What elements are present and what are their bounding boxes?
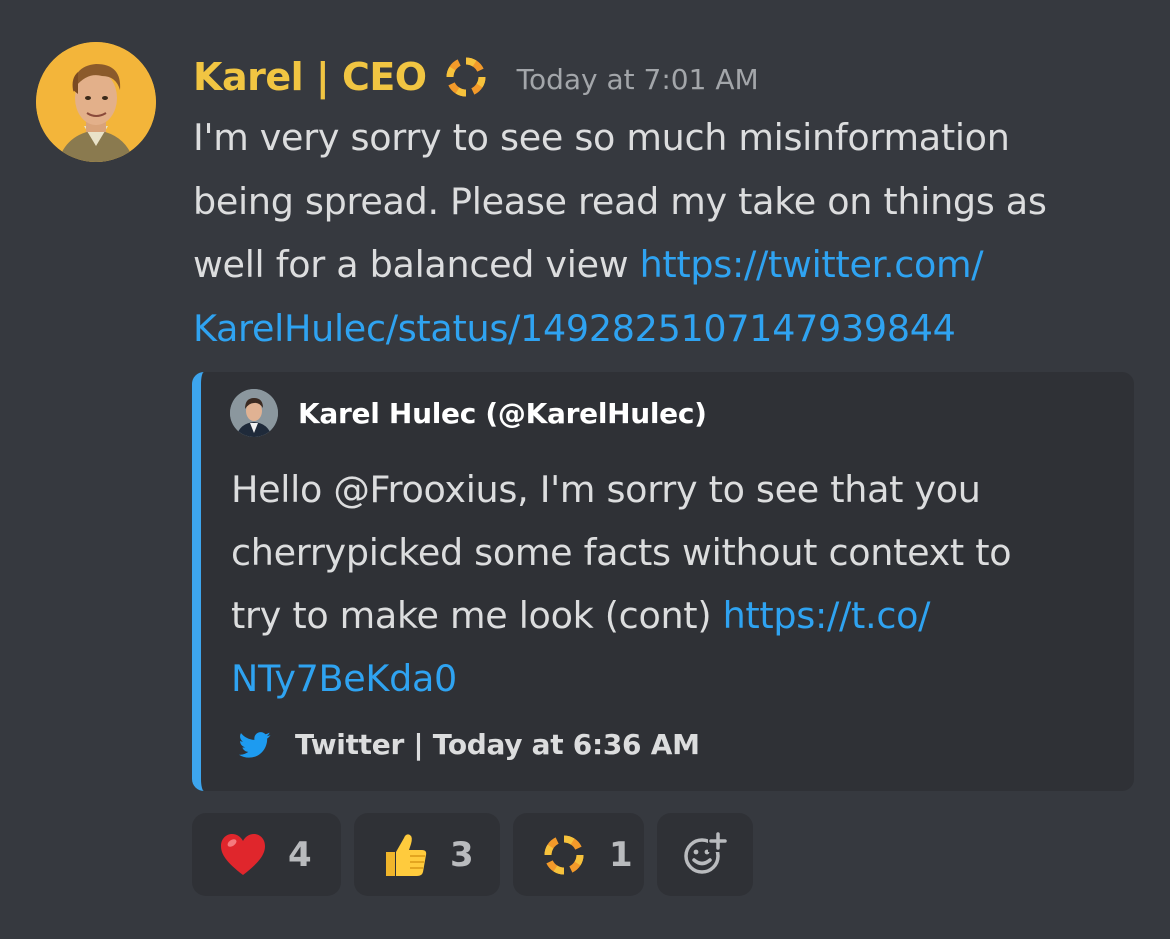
embed-author-name[interactable]: Karel Hulec (@KarelHulec) [298, 397, 707, 430]
embed-author-avatar[interactable] [230, 389, 278, 437]
embed-footer: Twitter | Today at 6:36 AM [239, 728, 700, 761]
embed-line-text: try to make me look (cont) [231, 594, 723, 637]
message-timestamp: Today at 7:01 AM [516, 62, 759, 96]
red-heart-icon [218, 830, 268, 880]
message-line: KarelHulec/status/1492825107147939844 [193, 297, 1153, 361]
reaction-count: 3 [450, 834, 474, 875]
reaction-heart[interactable]: 4 [192, 813, 341, 896]
message-line: I'm very sorry to see so much misinforma… [193, 116, 1010, 159]
embed-line: NTy7BeKda0 [231, 647, 1111, 710]
twitter-embed: Karel Hulec (@KarelHulec) Hello @Frooxiu… [192, 372, 1134, 791]
resonite-ring-icon[interactable] [441, 52, 491, 102]
tco-link-continued[interactable]: NTy7BeKda0 [231, 657, 457, 700]
embed-description: Hello @Frooxius, I'm sorry to see that y… [231, 458, 1111, 710]
tweet-link[interactable]: https://twitter.com/ [640, 243, 984, 286]
add-reaction-smiley-icon [680, 828, 730, 882]
message-line-text: well for a balanced view [193, 243, 640, 286]
reaction-count: 4 [288, 834, 312, 875]
message-line: well for a balanced view https://twitter… [193, 233, 1153, 297]
message-header: Karel | CEO Today at 7:01 AM [193, 52, 759, 102]
message-line: being spread. Please read my take on thi… [193, 179, 1047, 223]
twitter-bird-icon [239, 729, 271, 761]
message-content: I'm very sorry to see so much misinforma… [193, 106, 1153, 360]
reaction-bar: 4 3 1 [192, 813, 753, 896]
chat-message: Karel | CEO Today at 7:01 AM I'm very so… [0, 0, 1170, 939]
thumbs-up-icon [380, 830, 430, 880]
resonite-ring-icon [539, 830, 589, 880]
reaction-thumbs-up[interactable]: 3 [354, 813, 500, 896]
embed-footer-text: Twitter | Today at 6:36 AM [295, 728, 700, 761]
author-name[interactable]: Karel | CEO [193, 55, 427, 99]
add-reaction-button[interactable] [657, 813, 753, 896]
reaction-resonite[interactable]: 1 [513, 813, 644, 896]
author-avatar[interactable] [36, 42, 156, 162]
embed-line: try to make me look (cont) https://t.co/ [231, 584, 1111, 647]
embed-line: Hello @Frooxius, I'm sorry to see that y… [231, 468, 981, 511]
tweet-link-continued[interactable]: KarelHulec/status/1492825107147939844 [193, 307, 956, 350]
embed-author: Karel Hulec (@KarelHulec) [230, 389, 707, 437]
tco-link[interactable]: https://t.co/ [723, 594, 931, 637]
reaction-count: 1 [609, 834, 633, 875]
embed-line: cherrypicked some facts without context … [231, 531, 1012, 574]
